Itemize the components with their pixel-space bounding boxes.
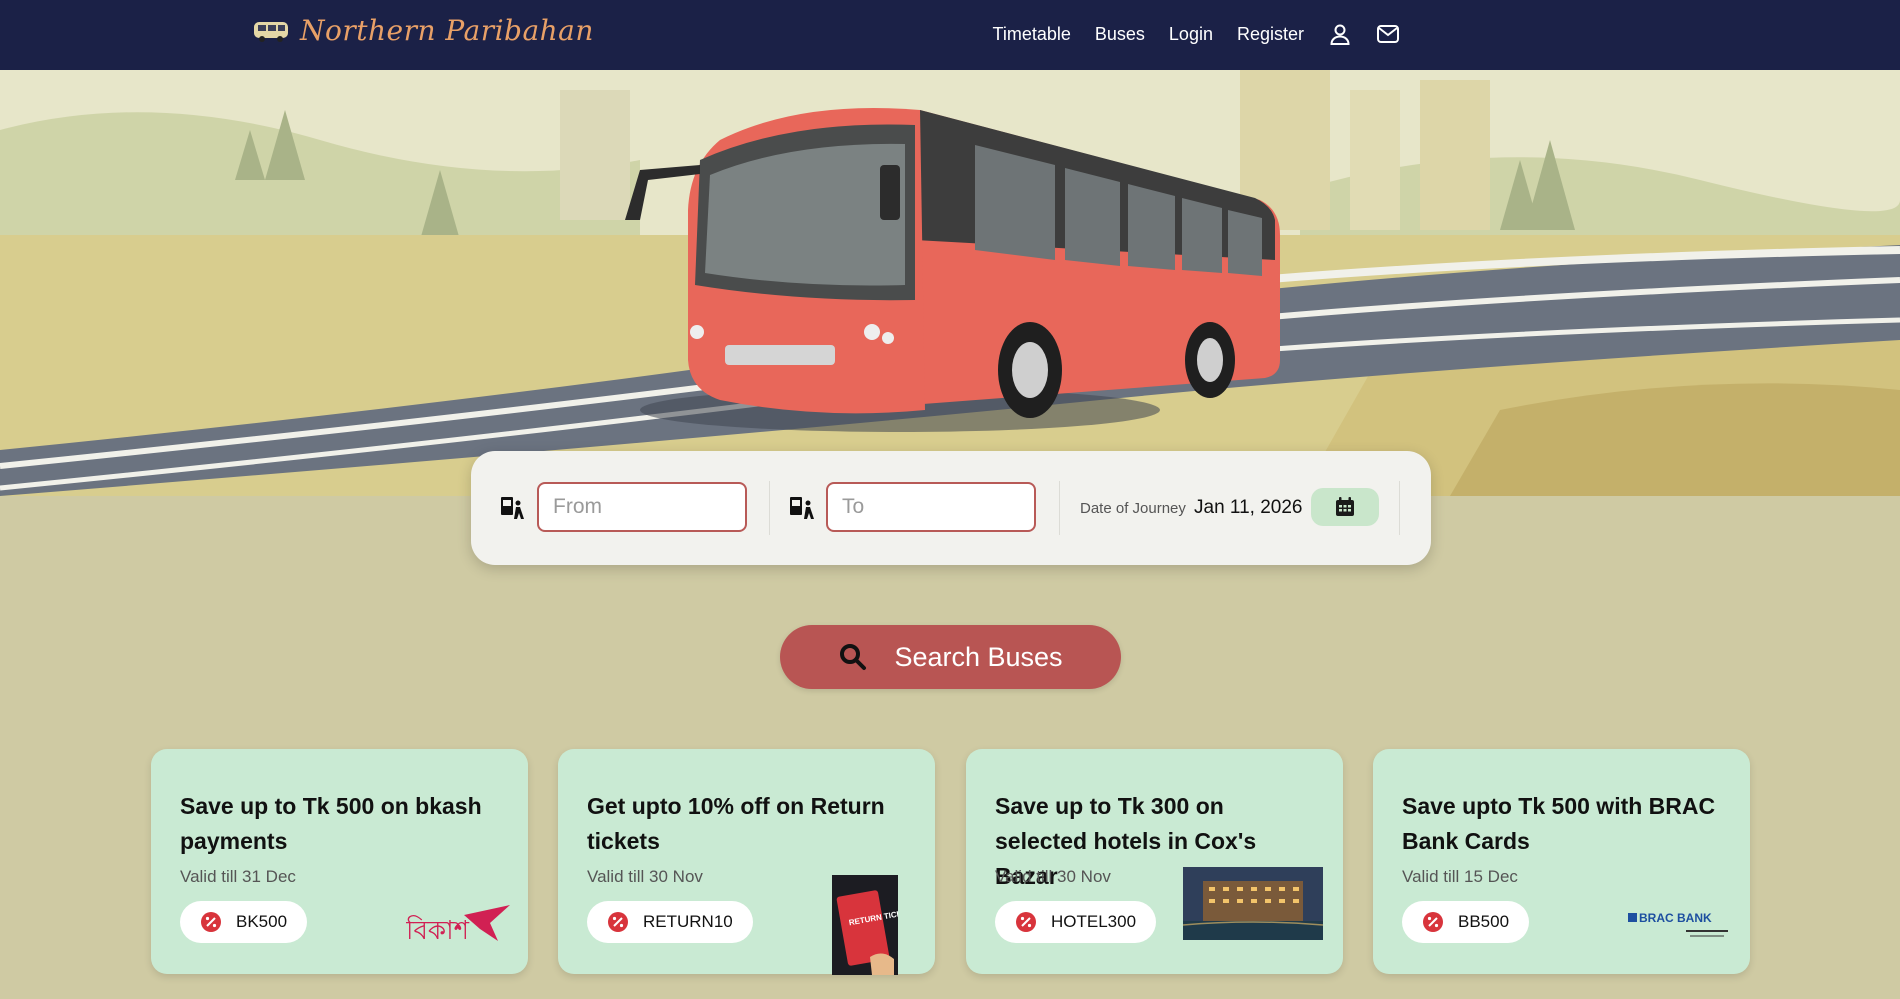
bus-logo-icon: [254, 21, 288, 42]
offer-title: Get upto 10% off on Return tickets: [587, 793, 885, 854]
coupon-code: BB500: [1458, 912, 1510, 931]
coupon-code-chip[interactable]: BB500: [1402, 901, 1530, 943]
svg-text:BRAC BANK: BRAC BANK: [1639, 911, 1712, 925]
user-icon[interactable]: [1328, 22, 1352, 46]
nav-link-timetable[interactable]: Timetable: [993, 24, 1071, 45]
from-input[interactable]: [537, 482, 747, 532]
coupon-code: RETURN10: [643, 912, 733, 931]
search-buses-button[interactable]: Search Buses: [780, 625, 1121, 689]
return-ticket-image: RETURN TICKET: [832, 875, 898, 975]
offer-card-bkash[interactable]: Save up to Tk 500 on bkash payments Vali…: [151, 749, 528, 974]
coupon-code-chip[interactable]: BK500: [180, 901, 308, 943]
arrival-icon: [790, 497, 814, 519]
calendar-button[interactable]: [1311, 488, 1379, 526]
top-navbar: Northern Paribahan Timetable Buses Login…: [0, 0, 1900, 70]
nav-link-register[interactable]: Register: [1237, 24, 1304, 45]
mail-icon[interactable]: [1376, 22, 1400, 46]
offer-card-brac[interactable]: Save upto Tk 500 with BRAC Bank Cards Va…: [1373, 749, 1750, 974]
field-divider: [1399, 481, 1400, 535]
brand[interactable]: Northern Paribahan: [252, 14, 594, 47]
offer-validity: Valid till 15 Dec: [1402, 867, 1518, 886]
nav-links: Timetable Buses Login Register: [993, 22, 1400, 46]
date-of-journey-value[interactable]: Jan 11, 2026: [1194, 497, 1302, 519]
offer-validity: Valid till 31 Dec: [180, 867, 296, 886]
discount-badge-icon: [1016, 912, 1036, 932]
search-buses-label: Search Buses: [894, 641, 1063, 672]
svg-text:বিকাশ: বিকাশ: [406, 915, 470, 946]
offer-validity: Valid till 30 Nov: [587, 867, 703, 886]
bkash-logo-icon: বিকাশ: [406, 905, 510, 946]
to-input[interactable]: [826, 482, 1036, 532]
coupon-code: HOTEL300: [1051, 912, 1137, 931]
offer-card-return[interactable]: Get upto 10% off on Return tickets Valid…: [558, 749, 935, 975]
discount-badge-icon: [201, 912, 221, 932]
discount-badge-icon: [608, 912, 628, 932]
nav-link-login[interactable]: Login: [1169, 24, 1213, 45]
brac-bank-logo-icon: BRAC BANK: [1628, 911, 1728, 937]
departure-icon: [501, 497, 524, 519]
coupon-code-chip[interactable]: HOTEL300: [995, 901, 1157, 943]
offer-card-hotel[interactable]: Save up to Tk 300 on selected hotels in …: [966, 749, 1343, 974]
search-icon: [840, 644, 867, 670]
field-divider: [1059, 481, 1060, 535]
discount-badge-icon: [1423, 912, 1443, 932]
field-divider: [769, 481, 770, 535]
coupon-code-chip[interactable]: RETURN10: [587, 901, 753, 943]
offer-title: Save up to Tk 500 on bkash payments: [180, 793, 482, 854]
date-of-journey-label: Date of Journey: [1080, 500, 1186, 517]
coupon-code: BK500: [236, 912, 288, 931]
brand-name: Northern Paribahan: [300, 14, 594, 47]
hero-illustration: [0, 70, 1900, 496]
hero-banner: [0, 70, 1900, 496]
nav-link-buses[interactable]: Buses: [1095, 24, 1145, 45]
calendar-icon: [1336, 497, 1354, 516]
offer-validity: Valid till 30 Nov: [995, 867, 1111, 886]
search-form: Date of Journey Jan 11, 2026: [471, 451, 1431, 565]
hotel-photo: [1183, 867, 1323, 940]
offer-title: Save upto Tk 500 with BRAC Bank Cards: [1402, 793, 1716, 854]
